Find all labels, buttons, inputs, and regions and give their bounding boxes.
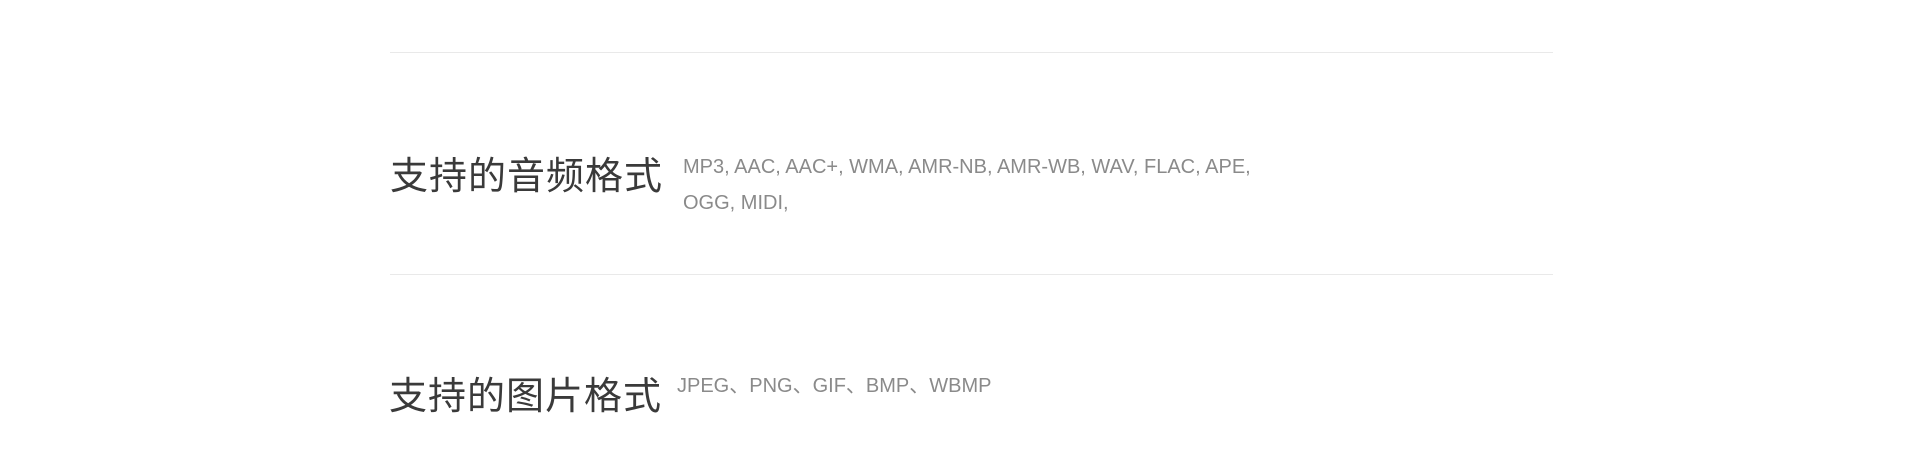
audio-formats-line-1: MP3, AAC, AAC+, WMA, AMR-NB, AMR-WB, WAV…: [683, 156, 1251, 178]
image-formats-title: 支持的图片格式: [389, 376, 663, 418]
audio-formats-line-2: OGG, MIDI,: [683, 192, 789, 214]
middle-divider: [390, 274, 1553, 275]
audio-formats-title: 支持的音频格式: [390, 156, 664, 198]
top-divider: [390, 52, 1553, 53]
audio-formats-value: MP3, AAC, AAC+, WMA, AMR-NB, AMR-WB, WAV…: [683, 149, 1251, 221]
image-formats-value: JPEG、PNG、GIF、BMP、WBMP: [677, 375, 992, 397]
